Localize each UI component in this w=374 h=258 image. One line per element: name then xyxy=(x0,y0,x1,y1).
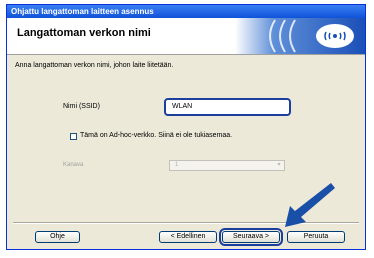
channel-value: 1 xyxy=(175,162,179,168)
window-title: Ohjattu langattoman laitteen asennus xyxy=(7,5,365,18)
wizard-window: Ohjattu langattoman laitteen asennus Lan… xyxy=(6,4,366,250)
channel-select[interactable]: 1 ▾ xyxy=(169,160,285,171)
channel-label: Kanava xyxy=(63,162,84,168)
cancel-button[interactable]: Peruuta xyxy=(287,231,345,243)
instruction-text: Anna langattoman verkon nimi, johon lait… xyxy=(15,62,174,69)
next-button[interactable]: Seuraava > xyxy=(219,228,283,246)
arrow-pointer-icon xyxy=(285,183,335,227)
wireless-signal-icon xyxy=(269,19,354,53)
wizard-header: Langattoman verkon nimi xyxy=(7,18,365,55)
wireless-banner xyxy=(235,18,365,54)
chevron-down-icon: ▾ xyxy=(277,162,281,168)
ssid-value: WLAN xyxy=(172,103,193,110)
help-button[interactable]: Ohje xyxy=(35,231,80,243)
page-title: Langattoman verkon nimi xyxy=(17,27,151,39)
adhoc-label: Tämä on Ad-hoc-verkko. Siinä ei ole tuki… xyxy=(80,132,233,139)
ssid-label: Nimi (SSID) xyxy=(63,103,100,110)
adhoc-checkbox[interactable] xyxy=(70,133,77,140)
back-button[interactable]: < Edellinen xyxy=(159,231,217,243)
ssid-input[interactable]: WLAN xyxy=(164,98,291,116)
